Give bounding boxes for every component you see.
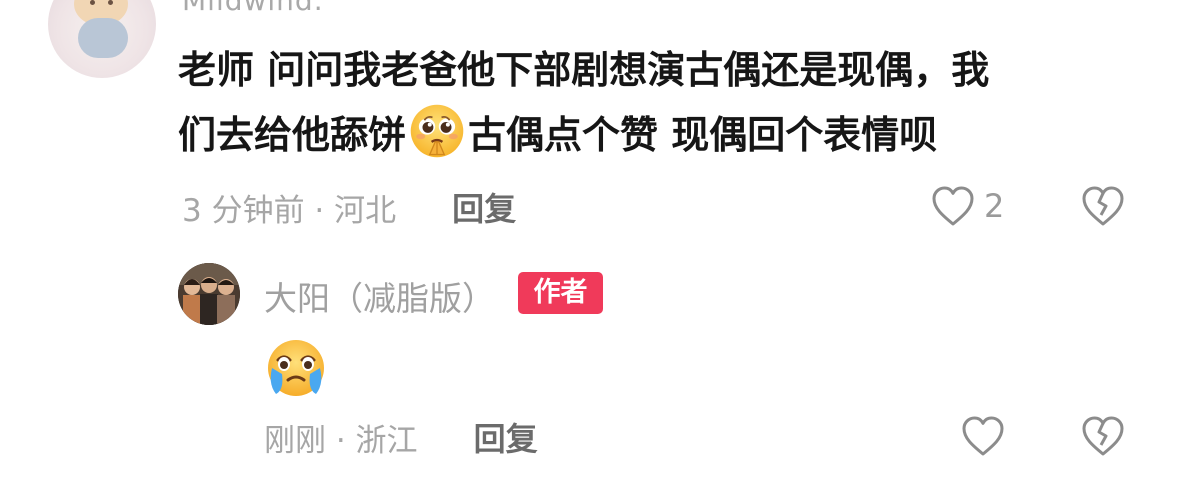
avatar-bear-body bbox=[78, 18, 128, 58]
crying-face-icon bbox=[268, 340, 324, 396]
reply-button[interactable]: 回复 bbox=[452, 184, 516, 230]
reply-avatar-photo bbox=[178, 263, 240, 325]
like-button[interactable]: 2 bbox=[930, 184, 1004, 228]
avatar-bear-eye bbox=[108, 0, 113, 5]
reply-username[interactable]: 大阳（减脂版） bbox=[264, 272, 495, 320]
reply-time-location: 刚刚 · 浙江 bbox=[264, 422, 418, 459]
reply-button[interactable]: 回复 bbox=[474, 414, 538, 460]
comment-text: 老师 问问我老爸他下部剧想演古偶还是现偶，我 们去给他舔饼 古偶点个赞 现偶回个… bbox=[178, 38, 1148, 167]
reply-meta: 刚刚 · 浙江 回复 bbox=[264, 414, 538, 460]
comment-text-segment: 古偶点个赞 现偶回个表情呗 bbox=[468, 113, 938, 157]
commenter-avatar[interactable] bbox=[48, 0, 156, 78]
broken-heart-icon[interactable] bbox=[1080, 184, 1126, 228]
author-badge: 作者 bbox=[518, 272, 603, 314]
commenter-username[interactable]: Mildwind. bbox=[182, 0, 324, 17]
comment-text-segment: 们去给他舔饼 bbox=[178, 113, 407, 157]
pleading-face-icon bbox=[410, 104, 464, 158]
reply-avatar[interactable] bbox=[178, 263, 240, 325]
comment-text-line: 们去给他舔饼 古偶点个赞 现偶回个表情呗 bbox=[178, 102, 1148, 167]
broken-heart-icon[interactable] bbox=[1080, 414, 1126, 458]
comment-time-location: 3 分钟前 · 河北 bbox=[182, 192, 397, 229]
comment-text-line: 老师 问问我老爸他下部剧想演古偶还是现偶，我 bbox=[178, 48, 990, 92]
avatar-bear-eye bbox=[90, 0, 95, 5]
heart-outline-icon bbox=[932, 186, 974, 226]
comment-meta: 3 分钟前 · 河北 回复 bbox=[182, 184, 516, 230]
heart-outline-icon[interactable] bbox=[960, 414, 1006, 458]
like-count: 2 bbox=[984, 187, 1005, 225]
